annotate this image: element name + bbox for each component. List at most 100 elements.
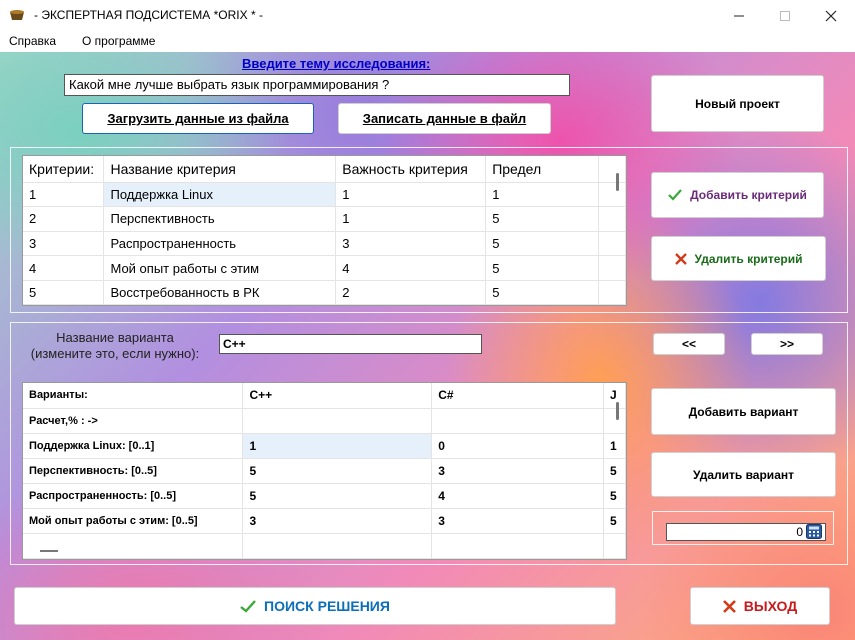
close-button[interactable] — [808, 0, 854, 31]
table-cell[interactable]: 2 — [23, 206, 105, 232]
table-cell[interactable]: Мой опыт работы с этим — [103, 255, 337, 281]
add-variant-button[interactable]: Добавить вариант — [651, 388, 836, 435]
table-cell[interactable]: Перспективность — [103, 206, 337, 232]
add-criterion-button[interactable]: Добавить критерий — [651, 172, 824, 218]
criteria-header-weight[interactable]: Важность критерия — [335, 156, 487, 183]
table-cell[interactable]: 0 — [431, 433, 604, 459]
table-row[interactable]: 4 Мой опыт работы с этим 4 5 — [23, 255, 626, 281]
criteria-header-name[interactable]: Название критерия — [103, 156, 337, 183]
variants-table[interactable]: Варианты: C++ C# J Расчет,% : -> Поддерж… — [22, 382, 627, 560]
table-row[interactable]: Перспективность: [0..5] 5 3 5 — [23, 458, 626, 484]
maximize-icon — [780, 10, 790, 21]
table-cell[interactable]: Перспективность: [0..5] — [23, 458, 244, 484]
minimize-icon — [734, 15, 744, 16]
add-variant-label: Добавить вариант — [688, 404, 799, 419]
topic-input[interactable]: Какой мне лучше выбрать язык программиро… — [64, 74, 570, 96]
menu-about[interactable]: О программе — [82, 34, 155, 48]
table-cell[interactable]: 1 — [23, 182, 105, 208]
table-cell[interactable] — [603, 408, 626, 434]
next-variant-button[interactable]: >> — [751, 333, 823, 355]
cross-icon — [722, 599, 736, 613]
table-cell[interactable]: 4 — [335, 255, 487, 281]
variants-header-cell[interactable]: C++ — [242, 383, 433, 409]
variant-name-input[interactable]: C++ — [219, 334, 482, 354]
menu-help[interactable]: Справка — [9, 34, 56, 48]
delete-criterion-button[interactable]: Удалить критерий — [651, 236, 826, 281]
table-row[interactable]: 2 Перспективность 1 5 — [23, 206, 626, 232]
criteria-header-row: Критерии: Название критерия Важность кри… — [23, 156, 626, 183]
table-cell[interactable]: 5 — [603, 458, 626, 484]
counter-field[interactable]: 0 — [666, 523, 826, 541]
cross-icon — [674, 252, 687, 265]
table-cell[interactable]: Восстребованность в РК — [103, 280, 337, 305]
table-cell[interactable]: 1 — [603, 433, 626, 459]
prev-variant-button[interactable]: << — [653, 333, 725, 355]
table-cell[interactable]: 5 — [603, 508, 626, 534]
table-row[interactable]: Расчет,% : -> — [23, 408, 626, 434]
table-cell[interactable]: Мой опыт работы с этим: [0..5] — [23, 508, 244, 534]
menu-bar: Справка О программе — [0, 31, 855, 52]
check-icon — [668, 189, 682, 201]
table-row[interactable]: Мой опыт работы с этим: [0..5] 3 3 5 — [23, 508, 626, 534]
table-cell[interactable]: 4 — [23, 255, 105, 281]
variants-header-cell[interactable]: J — [603, 383, 626, 409]
table-cell[interactable]: Распространенность: [0..5] — [23, 483, 244, 509]
table-cell[interactable]: 5 — [485, 231, 600, 257]
table-cell[interactable]: 5 — [242, 458, 433, 484]
save-button-label: Записать данные в файл — [362, 111, 527, 126]
table-cell[interactable]: Расчет,% : -> — [23, 408, 244, 434]
table-cell[interactable]: 5 — [485, 255, 600, 281]
maximize-button[interactable] — [762, 0, 808, 31]
variants-vertical-scrollbar[interactable] — [616, 402, 619, 420]
variants-header-cell[interactable]: C# — [431, 383, 604, 409]
exit-button[interactable]: ВЫХОД — [690, 587, 830, 625]
table-row[interactable]: 3 Распространенность 3 5 — [23, 231, 626, 257]
minimize-button[interactable] — [716, 0, 762, 31]
table-cell[interactable]: Поддержка Linux: [0..1] — [23, 433, 244, 459]
table-cell[interactable]: 3 — [431, 458, 604, 484]
table-cell[interactable]: 5 — [485, 206, 600, 232]
table-cell[interactable]: Распространенность — [103, 231, 337, 257]
table-row[interactable]: Распространенность: [0..5] 5 4 5 — [23, 483, 626, 509]
table-cell[interactable]: 5 — [242, 483, 433, 509]
criteria-header-limit[interactable]: Предел — [485, 156, 600, 183]
table-row[interactable]: 5 Восстребованность в РК 2 5 — [23, 280, 626, 305]
table-cell[interactable] — [431, 408, 604, 434]
calculator-icon[interactable] — [806, 524, 822, 539]
table-cell[interactable]: 1 — [485, 182, 600, 208]
table-cell[interactable]: 5 — [603, 483, 626, 509]
criteria-header-id[interactable]: Критерии: — [23, 156, 105, 183]
title-bar: - ЭКСПЕРТНАЯ ПОДСИСТЕМА *ORIX * - — [0, 0, 855, 31]
prev-label: << — [681, 337, 696, 351]
table-row[interactable]: Поддержка Linux: [0..1] 1 0 1 — [23, 433, 626, 459]
new-project-button[interactable]: Новый проект — [651, 75, 824, 132]
table-cell[interactable]: 1 — [242, 433, 433, 459]
search-solution-label: ПОИСК РЕШЕНИЯ — [264, 598, 390, 614]
save-to-file-button[interactable]: Записать данные в файл — [338, 103, 551, 134]
table-cell[interactable]: Поддержка Linux — [103, 182, 337, 208]
table-cell[interactable]: 4 — [431, 483, 604, 509]
table-cell[interactable]: 1 — [335, 206, 487, 232]
variants-horizontal-scrollbar[interactable] — [40, 550, 58, 552]
search-solution-button[interactable]: ПОИСК РЕШЕНИЯ — [14, 587, 616, 625]
table-cell[interactable]: 3 — [23, 231, 105, 257]
criteria-scrollbar[interactable] — [616, 173, 619, 191]
delete-variant-button[interactable]: Удалить вариант — [651, 452, 836, 497]
table-row[interactable]: 1 Поддержка Linux 1 1 — [23, 182, 626, 208]
table-cell[interactable] — [242, 408, 433, 434]
table-cell[interactable]: 1 — [335, 182, 487, 208]
delete-variant-label: Удалить вариант — [693, 467, 794, 482]
window-title: - ЭКСПЕРТНАЯ ПОДСИСТЕМА *ORIX * - — [34, 8, 263, 22]
load-from-file-button[interactable]: Загрузить данные из файла — [82, 103, 314, 134]
topic-prompt-label[interactable]: Введите тему исследования: — [242, 56, 430, 71]
next-label: >> — [779, 337, 794, 351]
table-cell[interactable]: 5 — [485, 280, 600, 305]
table-cell[interactable]: 2 — [335, 280, 487, 305]
criteria-table[interactable]: Критерии: Название критерия Важность кри… — [22, 155, 627, 306]
table-cell[interactable]: 5 — [23, 280, 105, 305]
table-cell[interactable]: 3 — [335, 231, 487, 257]
table-cell[interactable]: 3 — [242, 508, 433, 534]
table-cell[interactable]: 3 — [431, 508, 604, 534]
variants-header-cell[interactable]: Варианты: — [23, 383, 244, 409]
check-icon — [240, 599, 256, 613]
